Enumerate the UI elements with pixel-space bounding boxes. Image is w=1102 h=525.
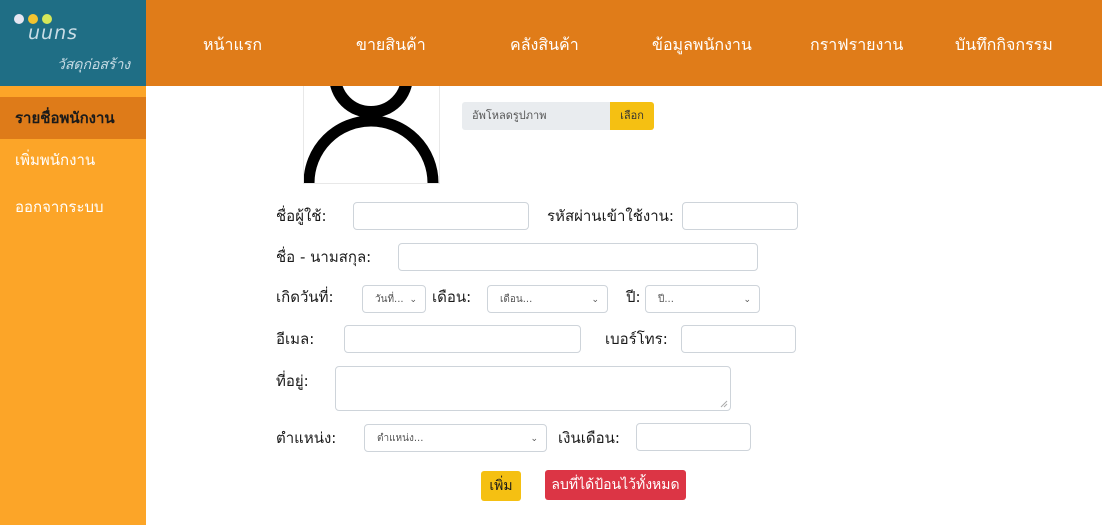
month-label: เดือน: bbox=[432, 288, 472, 306]
day-select[interactable]: วันที่... ⌄ bbox=[362, 285, 426, 313]
chevron-down-icon: ⌄ bbox=[591, 295, 599, 305]
choose-file-button[interactable]: เลือก bbox=[610, 102, 654, 130]
year-label: ปี: bbox=[626, 288, 641, 306]
email-label: อีเมล: bbox=[276, 330, 315, 348]
month-select[interactable]: เดือน... ⌄ bbox=[487, 285, 608, 313]
profile-avatar bbox=[303, 86, 440, 184]
user-silhouette-icon bbox=[304, 86, 439, 183]
brand-tagline: วัสดุก่อสร้าง bbox=[57, 57, 131, 73]
birthday-label: เกิดวันที่: bbox=[276, 288, 334, 306]
nav-item-activity-log[interactable]: บันทึกกิจกรรม bbox=[955, 36, 1053, 54]
nav-item-report-chart[interactable]: กราฟรายงาน bbox=[810, 36, 903, 54]
salary-input[interactable] bbox=[636, 423, 751, 451]
address-label: ที่อยู่: bbox=[276, 372, 309, 390]
nav-item-employees[interactable]: ข้อมูลพนักงาน bbox=[652, 36, 752, 54]
password-label: รหัสผ่านเข้าใช้งาน: bbox=[547, 207, 674, 225]
username-input[interactable] bbox=[353, 202, 529, 230]
brand-name: uuns bbox=[28, 22, 79, 44]
window-dot-icon bbox=[14, 14, 24, 24]
nav-item-home[interactable]: หน้าแรก bbox=[203, 36, 262, 54]
clear-form-button[interactable]: ลบที่ได้ป้อนไว้ทั้งหมด bbox=[545, 470, 686, 500]
username-label: ชื่อผู้ใช้: bbox=[276, 207, 327, 225]
upload-filename-field[interactable]: อัพโหลดรูปภาพ bbox=[462, 102, 610, 130]
sidebar-item-employee-list[interactable]: รายชื่อพนักงาน bbox=[0, 97, 146, 139]
address-textarea[interactable] bbox=[335, 366, 731, 411]
position-select[interactable]: ตำแหน่ง... ⌄ bbox=[364, 424, 547, 452]
password-input[interactable] bbox=[682, 202, 798, 230]
phone-input[interactable] bbox=[681, 325, 796, 353]
salary-label: เงินเดือน: bbox=[558, 429, 620, 447]
position-label: ตำแหน่ง: bbox=[276, 429, 337, 447]
position-select-value: ตำแหน่ง... bbox=[377, 433, 424, 444]
image-upload[interactable]: อัพโหลดรูปภาพ เลือก bbox=[462, 102, 654, 130]
sidebar-item-logout[interactable]: ออกจากระบบ bbox=[0, 186, 146, 228]
chevron-down-icon: ⌄ bbox=[409, 295, 417, 305]
fullname-label: ชื่อ - นามสกุล: bbox=[276, 248, 372, 266]
year-select[interactable]: ปี... ⌄ bbox=[645, 285, 760, 313]
top-navbar: uuns วัสดุก่อสร้าง หน้าแรก ขายสินค้า คลั… bbox=[0, 0, 1102, 86]
brand-logo[interactable]: uuns วัสดุก่อสร้าง bbox=[0, 0, 146, 86]
fullname-input[interactable] bbox=[398, 243, 758, 271]
resize-grip-icon[interactable] bbox=[720, 400, 728, 408]
add-employee-button[interactable]: เพิ่ม bbox=[481, 471, 521, 501]
phone-label: เบอร์โทร: bbox=[605, 330, 668, 348]
day-select-value: วันที่... bbox=[375, 294, 404, 305]
year-select-value: ปี... bbox=[658, 294, 674, 305]
chevron-down-icon: ⌄ bbox=[530, 434, 538, 444]
month-select-value: เดือน... bbox=[500, 294, 533, 305]
chevron-down-icon: ⌄ bbox=[743, 295, 751, 305]
nav-item-inventory[interactable]: คลังสินค้า bbox=[510, 36, 579, 54]
nav-item-sales[interactable]: ขายสินค้า bbox=[356, 36, 426, 54]
email-input[interactable] bbox=[344, 325, 581, 353]
sidebar: รายชื่อพนักงาน เพิ่มพนักงาน ออกจากระบบ bbox=[0, 86, 146, 525]
sidebar-item-add-employee[interactable]: เพิ่มพนักงาน bbox=[0, 139, 146, 181]
